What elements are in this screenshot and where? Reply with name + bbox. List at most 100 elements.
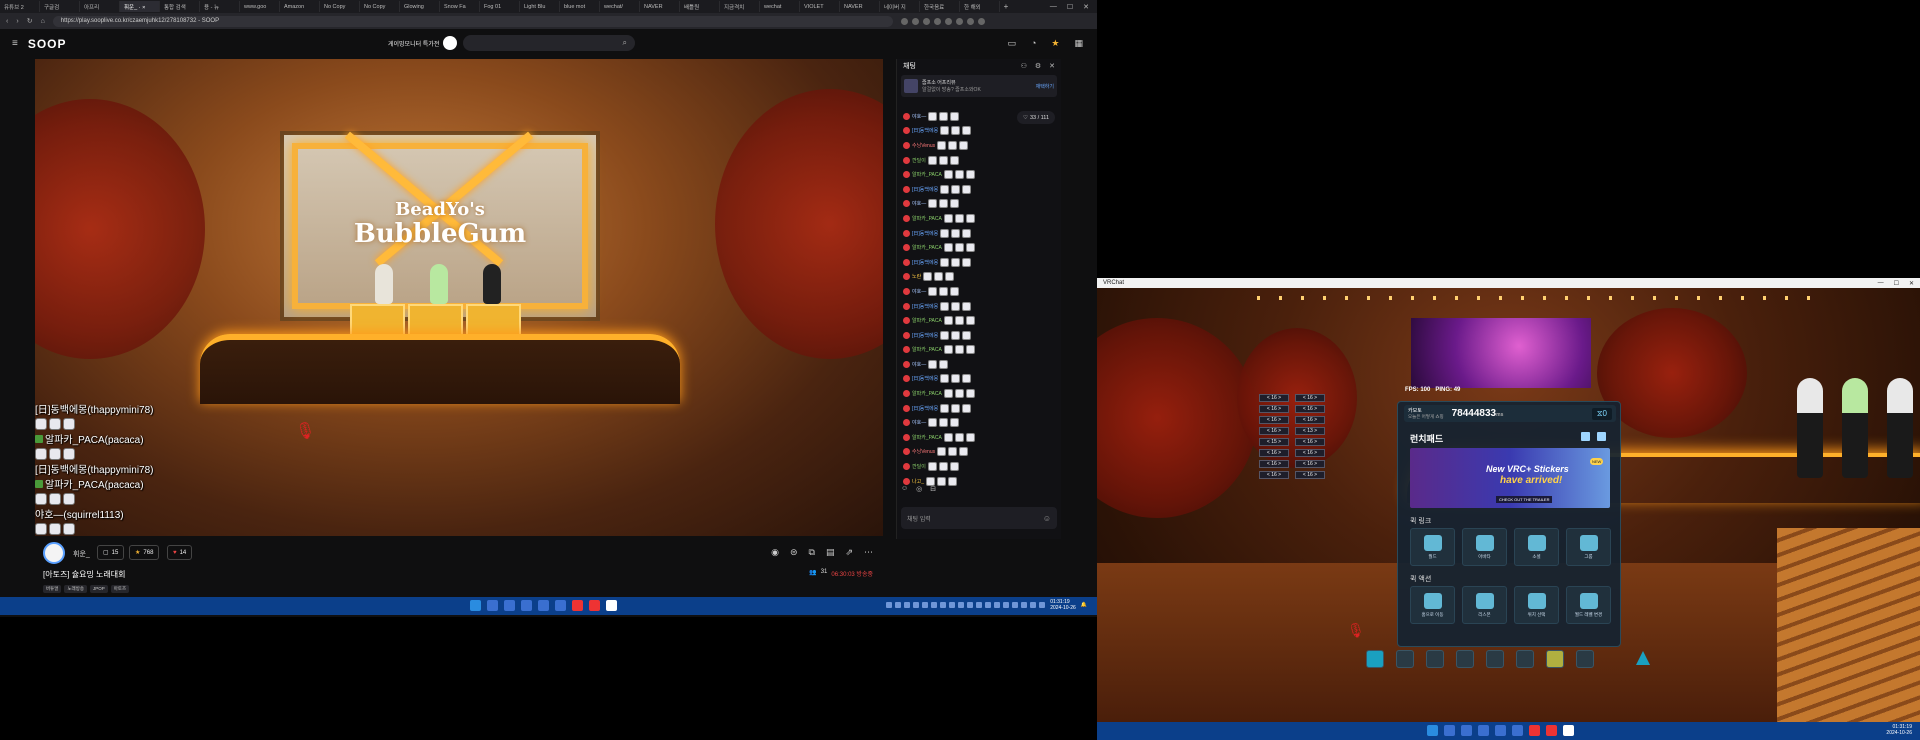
close-icon[interactable]: ✕ — [1049, 62, 1055, 70]
chat-username[interactable]: [日]동백에몽 — [912, 375, 938, 382]
users-icon[interactable]: ⚇ — [1021, 62, 1027, 70]
clip-icon[interactable]: ⧉ — [809, 547, 815, 558]
search-icon[interactable]: ⌕ — [623, 38, 627, 47]
calendar-icon[interactable]: ▤ — [826, 547, 835, 558]
browser-tab[interactable]: 한 해외 — [960, 1, 1000, 12]
extension-icon[interactable] — [966, 17, 974, 25]
instance-bar[interactable]: 카모토 오늘은 어떻게 쇼핑 78444833ms ⧖0 — [1404, 405, 1616, 422]
tray-icon[interactable] — [985, 602, 992, 608]
chat-username[interactable]: 깐딜이 — [912, 463, 926, 470]
chat-username[interactable]: [日]동백에몽 — [912, 405, 938, 412]
notice-link[interactable]: 재택하기 — [1036, 83, 1054, 90]
tray-icon[interactable] — [931, 602, 938, 608]
camera-icon[interactable] — [1456, 650, 1474, 668]
app-icon[interactable] — [1461, 725, 1472, 736]
browser-tab[interactable]: 휘운_ · × — [120, 1, 160, 12]
chat-username[interactable]: 알파카_PACA — [912, 434, 942, 441]
more-icon[interactable]: ⋯ — [864, 547, 873, 558]
browser-tab[interactable]: 네이버 지 — [880, 1, 920, 12]
browser-tab[interactable]: No Copy — [360, 1, 400, 12]
browser-tab[interactable]: blue mot — [560, 1, 600, 12]
share-icon[interactable]: ⇗ — [845, 547, 853, 558]
tray-icon[interactable] — [1030, 602, 1037, 608]
browser-tab[interactable]: 구글검 — [40, 1, 80, 12]
chatbox-icon[interactable] — [1546, 650, 1564, 668]
quick-action-button[interactable]: 월드 레벨 변경 — [1566, 586, 1611, 624]
tray-icon[interactable] — [1012, 602, 1019, 608]
stars-pill[interactable]: ★ 768 — [129, 545, 160, 560]
tray-icon[interactable] — [904, 602, 911, 608]
search-input[interactable]: ⌕ — [463, 35, 635, 51]
stream-tag[interactable]: JPOP — [89, 585, 108, 593]
emoji-icon[interactable]: ☺ — [901, 485, 908, 493]
record-icon[interactable]: ◉ — [771, 547, 779, 558]
chat-username[interactable]: 알파카_PACA — [912, 317, 942, 324]
browser-tab[interactable]: www.goo — [240, 1, 280, 12]
minimize-icon[interactable]: — — [1050, 3, 1057, 11]
stream-tag[interactable]: 버튜얼 — [43, 585, 62, 593]
app-icon[interactable] — [1444, 725, 1455, 736]
extension-icon[interactable] — [933, 17, 941, 25]
chat-username[interactable]: 알파카_PACA — [912, 215, 942, 222]
muted-mic-icon[interactable]: 🎙 — [1347, 622, 1365, 639]
extension-icon[interactable] — [911, 17, 919, 25]
minimize-icon[interactable]: — — [1878, 280, 1884, 287]
tray-icon[interactable] — [958, 602, 965, 608]
back-icon[interactable]: ‹ — [6, 18, 8, 25]
browser-tab[interactable]: 용 - 뉴 — [200, 1, 240, 12]
shop-icon[interactable]: ⊟ — [930, 485, 936, 493]
header-promo[interactable]: 게이밍모니터 특가전 — [388, 36, 458, 50]
app-icon[interactable] — [555, 600, 566, 611]
extension-icon[interactable] — [944, 17, 952, 25]
browser-tab[interactable]: NAVER — [640, 1, 680, 12]
app-icon[interactable] — [504, 600, 515, 611]
app-icon[interactable] — [1546, 725, 1557, 736]
tray-icon[interactable] — [940, 602, 947, 608]
chat-username[interactable]: 야호— — [912, 419, 926, 426]
app-icon[interactable] — [487, 600, 498, 611]
tray-icon[interactable] — [949, 602, 956, 608]
social-icon[interactable] — [1396, 650, 1414, 668]
app-icon[interactable] — [1563, 725, 1574, 736]
browser-tab[interactable]: 한국음료 — [920, 1, 960, 12]
settings-icon[interactable]: ⚙ — [1035, 62, 1041, 70]
chat-username[interactable]: 야호— — [912, 200, 926, 207]
expand-icon[interactable] — [1597, 432, 1606, 441]
app-icon[interactable] — [1495, 725, 1506, 736]
subtitle-icon[interactable]: ⊜ — [790, 547, 798, 558]
start-icon[interactable] — [1427, 725, 1438, 736]
vrc-plus-banner[interactable]: New VRC+ Stickers have arrived! CHECK OU… — [1410, 448, 1610, 508]
notification-bell-icon[interactable]: 🔔 — [1081, 602, 1087, 608]
site-logo[interactable]: SOOP — [28, 37, 67, 51]
app-icon[interactable] — [572, 600, 583, 611]
chat-username[interactable]: 알파카_PACA — [912, 244, 942, 251]
browser-tab[interactable]: 아프리 — [80, 1, 120, 12]
maximize-icon[interactable]: ☐ — [1894, 280, 1899, 287]
broadcast-icon[interactable]: ▭ — [1007, 38, 1016, 49]
emoji-icon[interactable] — [1516, 650, 1534, 668]
location-icon[interactable] — [1426, 650, 1444, 668]
streamer-name[interactable]: 휘운_ — [73, 549, 90, 559]
chat-username[interactable]: 나고_ — [912, 478, 924, 485]
quick-link-button[interactable]: 그룹 — [1566, 528, 1611, 566]
app-icon[interactable] — [521, 600, 532, 611]
new-tab-button[interactable]: + — [1000, 2, 1012, 11]
grid-icon[interactable]: ▦ — [1074, 38, 1083, 49]
participants-pill[interactable]: ♡ 33 / 111 — [1017, 111, 1055, 124]
tray-icon[interactable] — [1039, 602, 1046, 608]
smile-icon[interactable]: ☺ — [1043, 514, 1051, 523]
quick-action-button[interactable]: 홈으로 이동 — [1410, 586, 1455, 624]
quick-link-button[interactable]: 소셜 — [1514, 528, 1559, 566]
browser-tab[interactable]: Snow Fa — [440, 1, 480, 12]
extension-icon[interactable] — [955, 17, 963, 25]
quick-link-button[interactable]: 월드 — [1410, 528, 1455, 566]
chat-username[interactable]: 알파카_PACA — [912, 346, 942, 353]
maximize-icon[interactable]: ☐ — [1067, 3, 1073, 11]
banner-cta[interactable]: CHECK OUT THE TRAILER — [1496, 496, 1553, 503]
browser-tab[interactable]: Light Blu — [520, 1, 560, 12]
browser-tab[interactable]: wechat/ — [600, 1, 640, 12]
chat-username[interactable]: [日]동백에몽 — [912, 186, 938, 193]
menu-icon[interactable]: ≡ — [12, 38, 18, 49]
chat-username[interactable]: 야호— — [912, 361, 926, 368]
clock[interactable]: 01:31:19 2024-10-26 — [1886, 724, 1912, 736]
